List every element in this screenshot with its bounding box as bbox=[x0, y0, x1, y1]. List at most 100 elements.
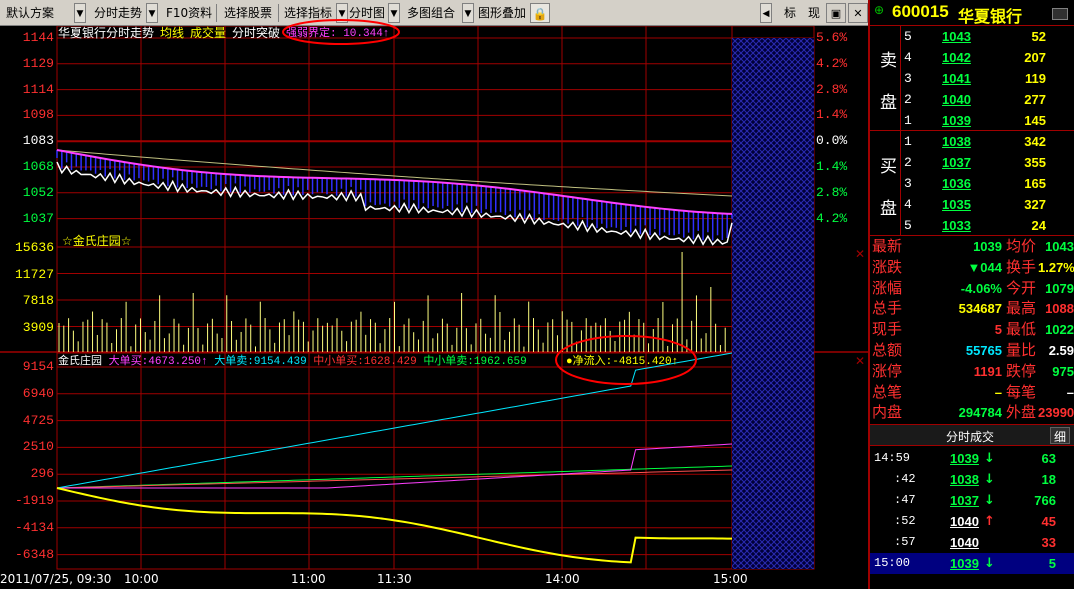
close-icon[interactable]: ✕ bbox=[848, 3, 868, 23]
chart-canvas: ✕✕ bbox=[0, 26, 868, 570]
tick-volume: 5 bbox=[1048, 556, 1056, 571]
tick-row[interactable]: :52 1040 ↑ 45 bbox=[870, 511, 1074, 532]
level: 4 bbox=[904, 197, 912, 212]
quote-row: 总额 55765 量比 2.59 bbox=[870, 340, 1074, 361]
indicator-title: 金氏庄园 bbox=[58, 356, 102, 368]
time-label-1400: 14:00 bbox=[545, 572, 580, 586]
buy-row[interactable]: 2 1037 355 bbox=[870, 152, 1074, 173]
toolbar-separator bbox=[278, 4, 279, 22]
volume: 355 bbox=[1024, 155, 1046, 170]
volume-tick: 7818 bbox=[22, 293, 54, 308]
quote-label: 均价 bbox=[1006, 237, 1037, 255]
percent-tick: 2.8% bbox=[816, 184, 848, 200]
price: 1038 bbox=[942, 134, 971, 149]
quote-value: 239903 bbox=[1038, 405, 1074, 421]
quote-table: 最新 1039 均价 1043 涨跌 ▼044 换手 1.27% 涨幅 -4.06% 今开 1079 总… bbox=[870, 236, 1074, 426]
quote-label: 内盘 bbox=[872, 403, 903, 422]
ticks-detail-button[interactable]: 细 bbox=[1050, 427, 1070, 444]
tick-row[interactable]: 14:59 1039 ↓ 63 bbox=[870, 448, 1074, 469]
highlight-circle-top bbox=[282, 19, 400, 45]
arrow-down-icon: ↓ bbox=[984, 556, 995, 571]
quote-label: 总手 bbox=[872, 299, 903, 318]
toolbar-multi-chart[interactable]: 多图组合 bbox=[403, 3, 463, 23]
toolbar-mark-button[interactable]: 标 bbox=[780, 3, 800, 23]
toolbar-f10[interactable]: F10资料 bbox=[162, 3, 214, 23]
level: 4 bbox=[904, 50, 912, 65]
quote-value: 1079 bbox=[1045, 280, 1074, 296]
dropdown-arrow-icon[interactable]: ▼ bbox=[146, 3, 158, 23]
buy-row[interactable]: 3 1036 165 bbox=[870, 173, 1074, 194]
indicator-tick: 4725 bbox=[22, 412, 54, 428]
toolbar-overlay[interactable]: 图形叠加 bbox=[474, 3, 534, 23]
picture-icon[interactable]: ▣ bbox=[826, 3, 846, 23]
tick-time: :52 bbox=[894, 514, 916, 528]
quote-value: 1.27% bbox=[1038, 259, 1074, 275]
scroll-left-icon[interactable]: ◀ bbox=[760, 3, 772, 23]
stock-name: 华夏银行 bbox=[958, 7, 1023, 26]
buy-row[interactable]: 5 1033 24 bbox=[870, 215, 1074, 236]
tick-time: 15:00 bbox=[874, 556, 911, 570]
toolbar: 默认方案 ▼ 分时走势 ▼ F10资料 选择股票 选择指标 ▼ 分时图 ▼ 多图… bbox=[0, 0, 868, 26]
toolbar-select-stock[interactable]: 选择股票 bbox=[220, 3, 278, 23]
volume: 24 bbox=[1031, 218, 1046, 233]
quote-panel: ⊕ 600015 华夏银行 卖 盘 买 盘 5 1043 52 4 1042 207 3 10… bbox=[868, 0, 1074, 589]
tick-row[interactable]: 15:00 1039 ↓ 5 bbox=[870, 553, 1074, 574]
price: 1042 bbox=[942, 50, 971, 65]
volume-tick: 3909 bbox=[22, 319, 54, 335]
quote-value: 2.59 bbox=[1048, 343, 1074, 358]
quote-label: 最高 bbox=[1006, 299, 1037, 318]
quote-label: 总额 bbox=[872, 341, 903, 359]
toolbar-intraday[interactable]: 分时走势 bbox=[90, 3, 148, 23]
tick-row[interactable]: :47 1037 ↓ 766 bbox=[870, 490, 1074, 511]
toolbar-default-scheme[interactable]: 默认方案 bbox=[2, 3, 70, 23]
price: 1037 bbox=[942, 155, 971, 170]
buy-row[interactable]: 4 1035 327 bbox=[870, 194, 1074, 215]
order-book: 卖 盘 买 盘 5 1043 52 4 1042 207 3 1041 119 2 1040 277 1… bbox=[870, 26, 1074, 236]
quote-value: 1043 bbox=[1045, 239, 1074, 254]
sell-row[interactable]: 1 1039 145 bbox=[870, 110, 1074, 131]
stock-logo-icon: ⊕ bbox=[874, 3, 885, 17]
small-buy-label: 中小单买: bbox=[313, 356, 364, 368]
indicator-tick: 296 bbox=[30, 466, 54, 482]
sell-row[interactable]: 2 1040 277 bbox=[870, 89, 1074, 110]
quote-row: 最新 1039 均价 1043 bbox=[870, 236, 1074, 257]
price: 1035 bbox=[942, 197, 971, 212]
quote-label: 换手 bbox=[1006, 257, 1037, 276]
price-tick: 1083 bbox=[22, 133, 54, 149]
tick-volume: 45 bbox=[1041, 514, 1056, 529]
tick-row[interactable]: :57 1040 33 bbox=[870, 532, 1074, 553]
quote-label: 外盘 bbox=[1006, 403, 1037, 422]
sell-row[interactable]: 5 1043 52 bbox=[870, 26, 1074, 47]
quote-label: 每笔 bbox=[1006, 382, 1037, 401]
quote-value: 1039 bbox=[973, 239, 1002, 254]
sell-row[interactable]: 4 1042 207 bbox=[870, 47, 1074, 68]
volume: 277 bbox=[1024, 92, 1046, 107]
big-sell-label: 大单卖: bbox=[214, 356, 254, 368]
percent-tick: 4.2% bbox=[816, 210, 848, 226]
quote-label: 涨停 bbox=[872, 361, 903, 380]
price: 1040 bbox=[942, 92, 971, 107]
volume: 165 bbox=[1024, 176, 1046, 191]
expand-icon[interactable] bbox=[1052, 8, 1068, 20]
quote-row: 总笔 – 每笔 – bbox=[870, 382, 1074, 403]
indicator-tick: 9154 bbox=[22, 359, 54, 374]
price-tick: 1144 bbox=[22, 30, 54, 45]
sell-row[interactable]: 3 1041 119 bbox=[870, 68, 1074, 89]
tick-time: 14:59 bbox=[874, 451, 911, 465]
legend-breakout: 分时突破 bbox=[232, 26, 281, 40]
price-tick: 1098 bbox=[22, 107, 54, 123]
quote-label: 现手 bbox=[872, 320, 903, 339]
tick-row[interactable]: :42 1038 ↓ 18 bbox=[870, 469, 1074, 490]
price-tick: 1129 bbox=[22, 55, 54, 71]
dropdown-arrow-icon[interactable]: ▼ bbox=[74, 3, 86, 23]
indicator-tick: 2510 bbox=[22, 439, 54, 455]
buy-row[interactable]: 1 1038 342 bbox=[870, 131, 1074, 152]
level: 2 bbox=[904, 92, 912, 107]
time-label-open: 2011/07/25, 09:30 bbox=[0, 572, 112, 586]
small-sell-value: 1962.659 bbox=[473, 356, 527, 368]
level: 3 bbox=[904, 71, 912, 86]
percent-tick: 1.4% bbox=[816, 159, 848, 174]
dropdown-arrow-icon[interactable]: ▼ bbox=[462, 3, 474, 23]
toolbar-current-button[interactable]: 现 bbox=[804, 3, 824, 23]
lock-icon[interactable]: 🔒 bbox=[530, 3, 550, 23]
